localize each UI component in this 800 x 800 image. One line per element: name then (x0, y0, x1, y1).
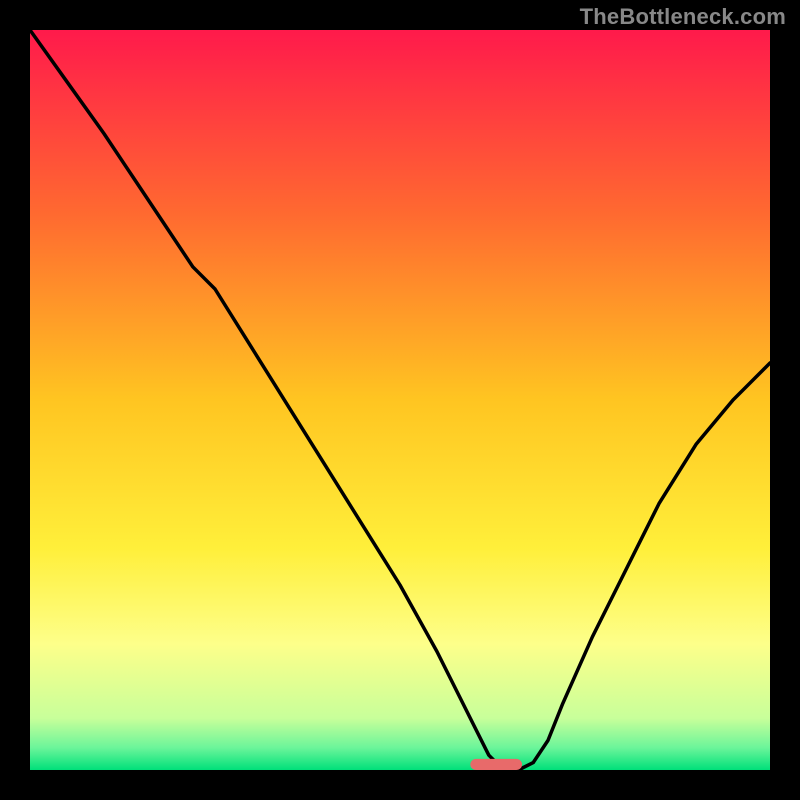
watermark-text: TheBottleneck.com (580, 4, 786, 30)
chart-svg (0, 0, 800, 800)
bottleneck-chart: TheBottleneck.com (0, 0, 800, 800)
valley-marker (470, 759, 522, 770)
plot-background (30, 30, 770, 770)
